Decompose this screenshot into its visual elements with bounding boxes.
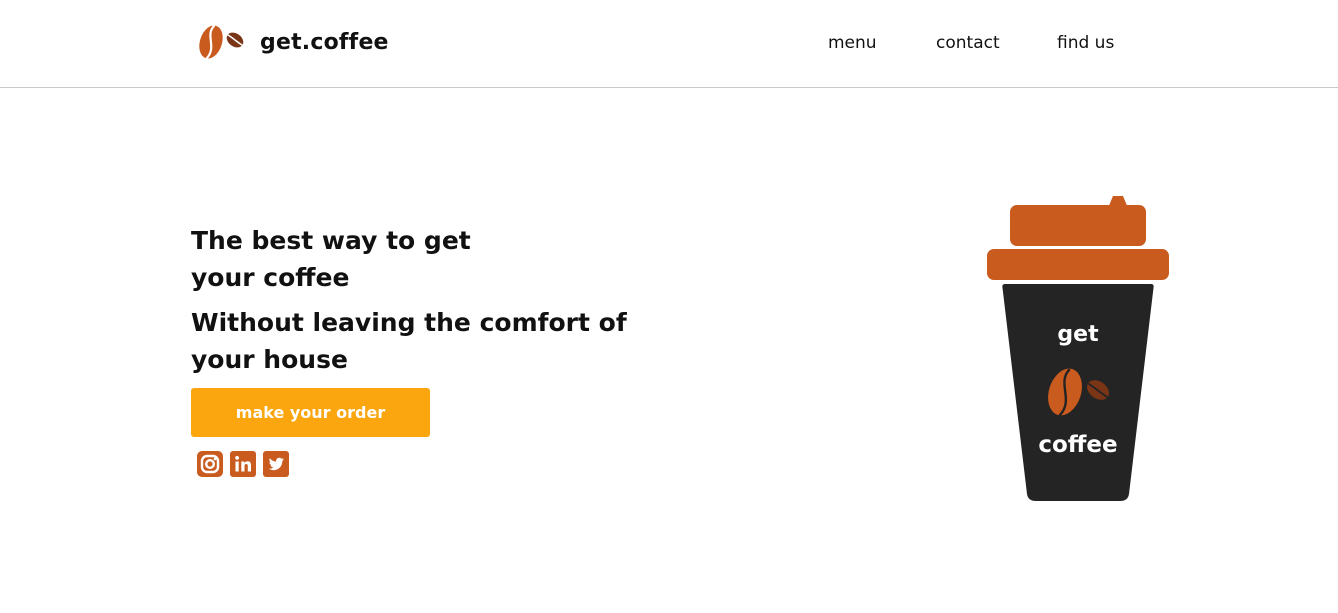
- hero-headline: The best way to get your coffee: [191, 226, 471, 292]
- social-links: [197, 451, 296, 477]
- twitter-icon: [263, 451, 289, 477]
- cup-label-get: get: [1057, 322, 1099, 347]
- main-nav: menu contact find us: [0, 31, 1338, 55]
- site-header: get.coffee menu contact find us: [0, 0, 1338, 88]
- hero-subheadline: Without leaving the comfort of your hous…: [191, 308, 627, 374]
- hero-text: The best way to get your coffee Without …: [191, 222, 631, 378]
- instagram-link[interactable]: [197, 451, 223, 477]
- nav-item-contact[interactable]: contact: [936, 31, 1000, 55]
- twitter-link[interactable]: [263, 451, 289, 477]
- instagram-icon: [197, 451, 223, 477]
- coffee-cup-illustration: get coffee: [985, 194, 1171, 504]
- linkedin-icon: [230, 451, 256, 477]
- nav-item-menu[interactable]: menu: [828, 31, 877, 55]
- make-order-button[interactable]: make your order: [191, 388, 430, 437]
- nav-item-find-us[interactable]: find us: [1057, 31, 1114, 55]
- cup-label-coffee: coffee: [1038, 432, 1118, 458]
- linkedin-link[interactable]: [230, 451, 256, 477]
